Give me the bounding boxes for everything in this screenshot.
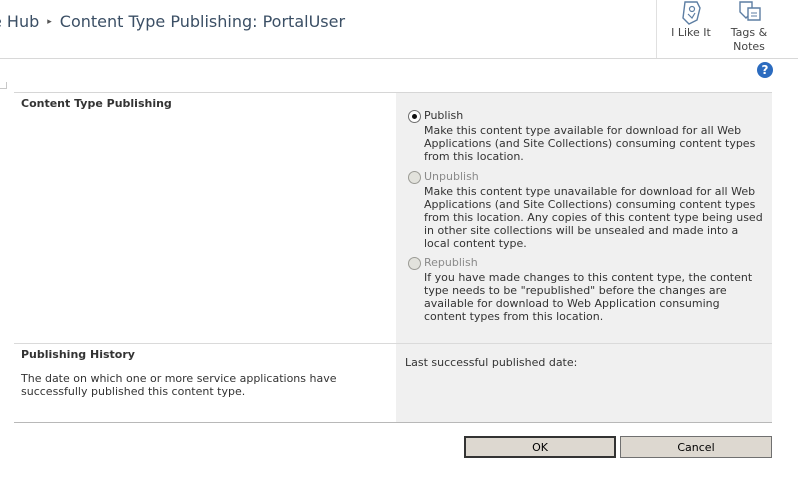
content-type-publishing-section: Content Type Publishing Publish Make thi… xyxy=(14,93,772,343)
i-like-it-label: I Like It xyxy=(671,26,711,39)
last-published-date-label: Last successful published date: xyxy=(405,356,578,369)
publish-description: Make this content type available for dow… xyxy=(424,124,756,163)
history-description: The date on which one or more service ap… xyxy=(21,372,337,398)
social-toolbar: I Like It Tags & Notes xyxy=(656,0,798,58)
republish-description: If you have made changes to this content… xyxy=(424,271,753,323)
unpublish-description: Make this content type unavailable for d… xyxy=(424,185,763,250)
section-control-area: Publish Make this content type available… xyxy=(396,93,772,343)
publish-label[interactable]: Publish xyxy=(424,109,463,122)
history-label-area: Publishing History The date on which one… xyxy=(14,344,396,422)
tags-notes-label-line2: Notes xyxy=(733,40,765,53)
publish-radio[interactable] xyxy=(408,110,421,123)
corner-divider xyxy=(0,82,7,89)
tags-notes-button[interactable]: Tags & Notes xyxy=(723,0,775,54)
ok-button[interactable]: OK xyxy=(464,436,616,458)
section-label-area: Content Type Publishing xyxy=(14,93,396,343)
page-title: Content Type Publishing: PortalUser xyxy=(59,12,346,31)
form-bottom-divider xyxy=(14,422,772,423)
publishing-history-section: Publishing History The date on which one… xyxy=(14,344,772,422)
i-like-it-button[interactable]: I Like It xyxy=(669,0,713,39)
history-control-area: Last successful published date: xyxy=(396,344,772,422)
breadcrumb-parent-link[interactable]: e Hub xyxy=(0,12,39,31)
unpublish-radio[interactable] xyxy=(408,171,421,184)
tags-notes-icon xyxy=(739,1,761,21)
cancel-button[interactable]: Cancel xyxy=(620,436,772,458)
page-header: e Hub ▸ Content Type Publishing: PortalU… xyxy=(0,0,798,59)
republish-radio[interactable] xyxy=(408,257,421,270)
breadcrumb: e Hub ▸ Content Type Publishing: PortalU… xyxy=(0,12,345,31)
history-title: Publishing History xyxy=(21,348,135,361)
unpublish-label[interactable]: Unpublish xyxy=(424,170,479,183)
section-title: Content Type Publishing xyxy=(21,97,172,110)
sub-toolbar xyxy=(0,59,798,83)
thumbs-up-tag-icon xyxy=(682,1,701,25)
tags-notes-label-line1: Tags & xyxy=(730,26,768,39)
breadcrumb-separator-icon: ▸ xyxy=(47,16,52,27)
help-icon[interactable]: ? xyxy=(757,62,773,78)
republish-label[interactable]: Republish xyxy=(424,256,478,269)
